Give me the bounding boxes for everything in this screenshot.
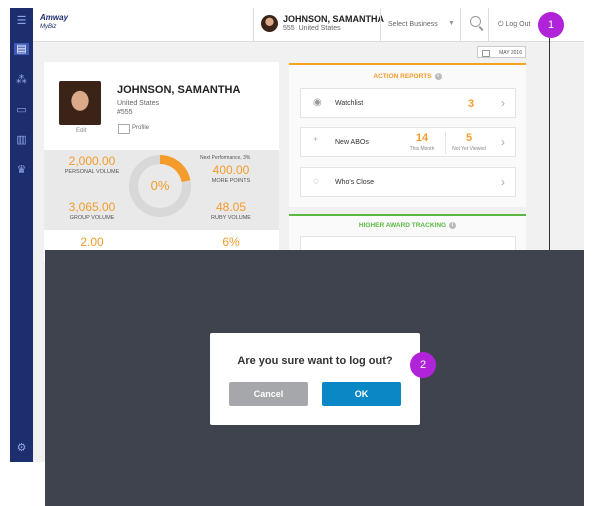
header-user-name[interactable]: JOHNSON, SAMANTHA	[283, 14, 384, 24]
extra-right-value: 6%	[222, 235, 240, 249]
header-user-sub: 555 United States	[283, 25, 341, 32]
add-user-icon: ⁺	[313, 136, 319, 147]
watchlist-count: 3	[467, 98, 475, 110]
header-user-number: 555	[283, 25, 295, 32]
callout-badge-1: 1	[538, 12, 564, 38]
higher-award-title: HIGHER AWARD TRACKING i	[289, 222, 526, 229]
ruby-volume-value: 48.05	[215, 200, 247, 214]
date-label: MAY 2016	[499, 50, 522, 56]
whos-close-label: Who's Close	[335, 179, 375, 186]
more-points-value: 400.00	[212, 163, 250, 177]
extra-left-value: 2.00	[80, 235, 104, 249]
new-abos-this-month-label: This Month	[409, 146, 435, 152]
settings-gear-icon[interactable]: ⚙	[14, 442, 29, 454]
dialog-message: Are you sure want to log out?	[237, 355, 393, 367]
divider	[460, 8, 461, 41]
crown-icon[interactable]: ♛	[14, 164, 29, 176]
chevron-right-icon: ›	[501, 96, 505, 110]
action-reports-title: ACTION REPORTS i	[289, 73, 526, 80]
profile-card-icon[interactable]	[118, 124, 130, 134]
info-icon[interactable]: i	[449, 222, 457, 229]
logout-label: Log Out	[505, 21, 531, 28]
action-reports-accent-bar	[289, 63, 526, 65]
header-user-country: United States	[298, 25, 341, 32]
profile-country: United States	[117, 100, 160, 107]
new-abos-row[interactable]: ⁺ New ABOs 14 This Month 5 Not Yet Viewe…	[300, 127, 516, 157]
user-avatar[interactable]	[261, 15, 278, 32]
chart-icon[interactable]: ▥	[14, 134, 29, 146]
watchlist-row[interactable]: ◉ Watchlist 3 ›	[300, 88, 516, 118]
profile-number: #555	[117, 109, 133, 116]
cancel-button[interactable]: Cancel	[229, 382, 308, 406]
ruby-volume-label: RUBY VOLUME	[211, 215, 251, 221]
calendar-icon	[482, 50, 490, 57]
next-performance-label: Next Performance, 3%	[200, 155, 251, 161]
divider	[445, 132, 446, 154]
info-icon[interactable]: i	[434, 73, 442, 80]
profile-link[interactable]: Profile	[132, 125, 149, 131]
power-icon: ⏻	[498, 21, 504, 28]
divider	[488, 8, 489, 41]
new-abos-label: New ABOs	[335, 139, 369, 146]
more-points-label: MORE POINTS	[211, 178, 251, 184]
action-reports-title-text: ACTION REPORTS	[373, 73, 432, 81]
chevron-right-icon: ›	[501, 135, 505, 149]
personal-volume-label: PERSONAL VOLUME	[64, 169, 120, 175]
hamburger-menu-icon[interactable]: ☰	[14, 15, 29, 27]
higher-award-title-text: HIGHER AWARD TRACKING	[358, 222, 447, 230]
search-icon[interactable]	[470, 16, 481, 27]
dashboard-icon[interactable]: ▤	[14, 43, 29, 55]
mybiz-logo: MyBiz	[40, 24, 57, 30]
new-abos-not-viewed-label: Not Yet Viewed	[452, 146, 486, 152]
watchlist-label: Watchlist	[335, 100, 364, 107]
cards-icon[interactable]: ▭	[14, 104, 29, 116]
eye-icon: ◉	[313, 97, 322, 108]
whos-close-row[interactable]: ◌ Who's Close ›	[300, 167, 516, 197]
callout-badge-2: 2	[410, 352, 436, 378]
logout-button[interactable]: ⏻ Log Out	[498, 21, 530, 29]
logout-confirm-dialog	[210, 333, 420, 425]
profile-name: JOHNSON, SAMANTHA	[117, 84, 241, 96]
group-volume-label: GROUP VOLUME	[69, 215, 115, 221]
new-abos-not-viewed-count: 5	[465, 132, 473, 144]
date-picker-button[interactable]: MAY 2016	[477, 46, 526, 58]
ok-button[interactable]: OK	[322, 382, 401, 406]
sidebar: ☰ ▤ ⁂ ▭ ▥ ♛ ⚙	[10, 8, 33, 462]
select-business-dropdown[interactable]: Select Business	[388, 21, 438, 28]
callout-connector-line	[549, 38, 550, 254]
progress-percent: 0%	[150, 178, 170, 193]
edit-photo-link[interactable]: Edit	[76, 128, 86, 134]
divider	[253, 8, 254, 41]
new-abos-this-month-count: 14	[415, 132, 429, 144]
caret-down-icon[interactable]: ▼	[448, 20, 455, 27]
higher-award-accent-bar	[289, 214, 526, 216]
chevron-right-icon: ›	[501, 175, 505, 189]
amway-logo[interactable]: Amway	[40, 13, 68, 22]
personal-volume-value: 2,000.00	[68, 154, 116, 168]
divider	[380, 8, 381, 41]
network-icon[interactable]: ⁂	[14, 74, 29, 86]
profile-photo[interactable]	[59, 81, 101, 125]
progress-circle-icon: ◌	[313, 176, 319, 187]
group-volume-value: 3,065.00	[68, 200, 116, 214]
